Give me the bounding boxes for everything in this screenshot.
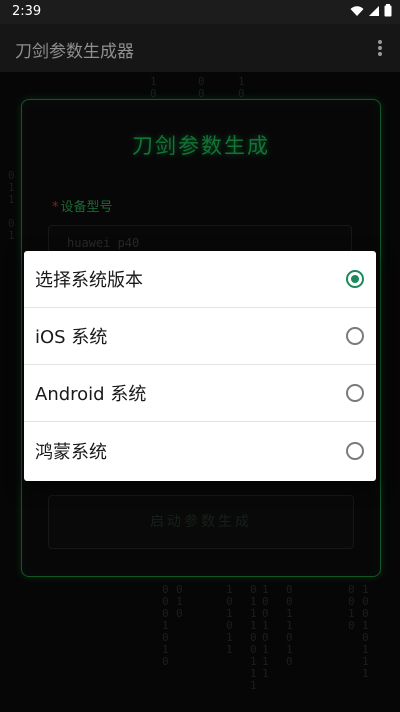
status-time: 2:39 — [12, 4, 42, 19]
radio-unselected-icon[interactable] — [346, 327, 364, 345]
radio-selected-icon[interactable] — [346, 270, 364, 288]
system-version-dialog: 选择系统版本 iOS 系统 Android 系统 鸿蒙系统 — [24, 251, 376, 481]
option-label: iOS 系统 — [35, 327, 108, 348]
radio-unselected-icon[interactable] — [346, 384, 364, 402]
option-select-system[interactable]: 选择系统版本 — [24, 251, 376, 308]
radio-unselected-icon[interactable] — [346, 441, 364, 460]
status-bar: 2:39 — [0, 0, 400, 24]
option-label: 鸿蒙系统 — [35, 441, 107, 463]
option-label: Android 系统 — [35, 384, 147, 405]
option-label: 选择系统版本 — [35, 270, 143, 291]
signal-icon — [369, 5, 379, 16]
more-options-button[interactable] — [370, 36, 390, 60]
more-vert-icon — [378, 40, 382, 56]
status-icons — [350, 4, 392, 17]
option-harmony[interactable]: 鸿蒙系统 — [24, 422, 376, 479]
app-title: 刀剑参数生成器 — [15, 42, 134, 62]
battery-icon — [384, 4, 392, 17]
option-android[interactable]: Android 系统 — [24, 365, 376, 422]
option-ios[interactable]: iOS 系统 — [24, 308, 376, 365]
wifi-icon — [350, 5, 364, 16]
app-bar: 刀剑参数生成器 — [0, 24, 400, 72]
